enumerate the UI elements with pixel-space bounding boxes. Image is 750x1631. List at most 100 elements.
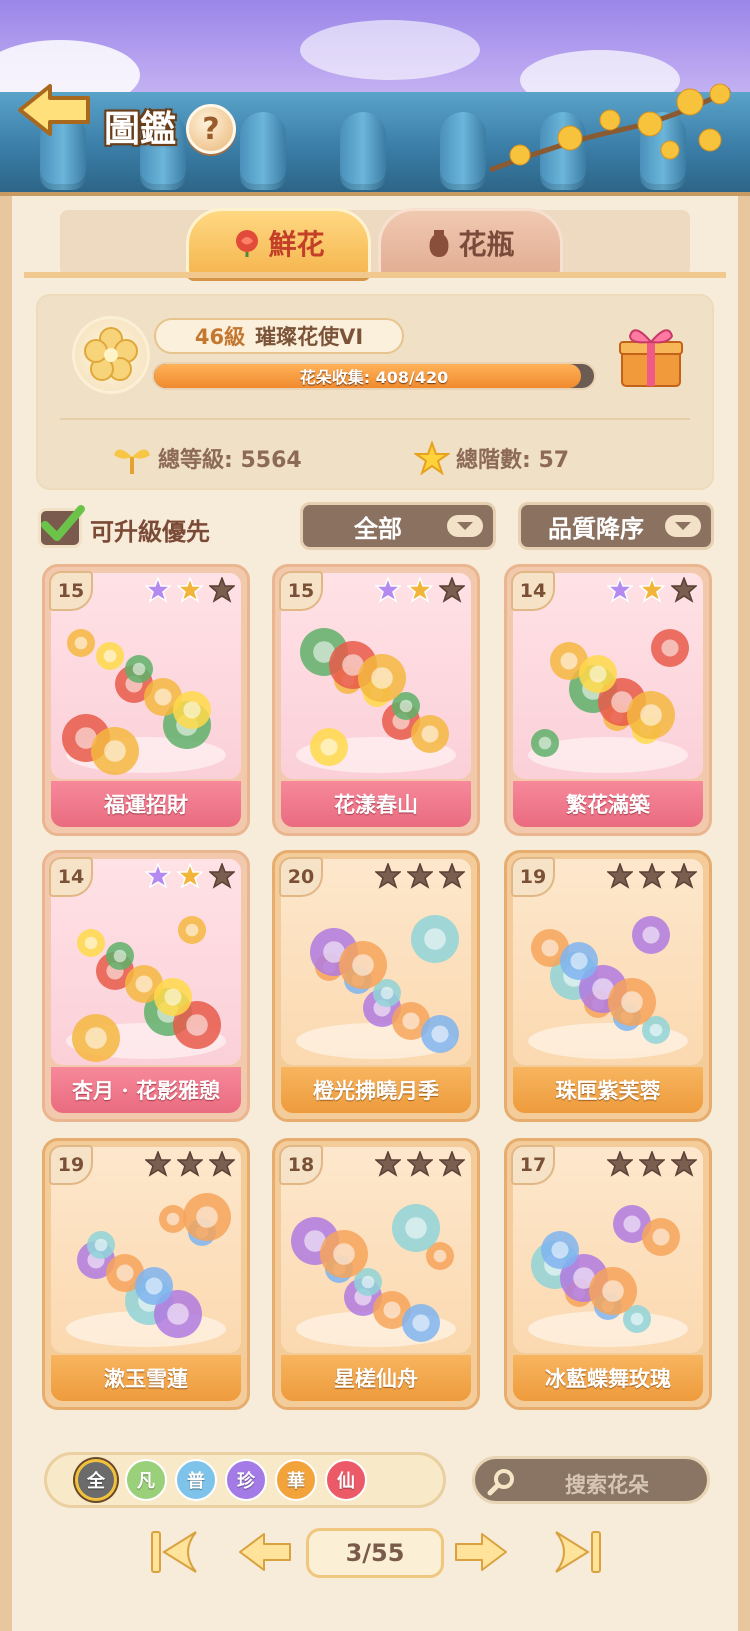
flower-card[interactable]: 15 花漾春山: [272, 564, 480, 836]
star-icon: [639, 1151, 665, 1177]
star-icon: [177, 1151, 203, 1177]
card-name: 珠匣紫芙蓉: [513, 1067, 703, 1113]
search-placeholder: 搜索花朵: [565, 1473, 649, 1497]
rarity-filter-button[interactable]: 華: [275, 1459, 317, 1501]
upgradable-first-label: 可升級優先: [90, 518, 210, 546]
sort-dropdown-value: 品質降序: [548, 514, 644, 543]
sprout-icon: [114, 449, 150, 474]
star-icon: [607, 577, 633, 603]
star-icon: [414, 441, 450, 475]
rose-icon: [236, 230, 259, 257]
star-icon: [177, 577, 203, 603]
tab-vases-label: 花瓶: [458, 228, 515, 261]
card-stars: [145, 1151, 235, 1177]
star-icon: [145, 577, 171, 603]
tab-vases[interactable]: 花瓶: [378, 208, 563, 278]
flower-card[interactable]: 20 橙光拂曉月季: [272, 850, 480, 1122]
flower-card[interactable]: 14 杏月 · 花影雅憩: [42, 850, 250, 1122]
rarity-filter-button[interactable]: 仙: [325, 1459, 367, 1501]
checkmark-icon: [41, 505, 85, 541]
flower-card[interactable]: 15 福運招財: [42, 564, 250, 836]
flower-emblem-icon: [72, 316, 150, 394]
star-icon: [607, 863, 633, 889]
total-level-text: 總等級: 5564: [158, 448, 302, 473]
upgradable-first-checkbox[interactable]: [38, 505, 85, 548]
search-field[interactable]: 搜索花朵: [472, 1456, 710, 1504]
star-icon: [671, 863, 697, 889]
category-dropdown-value: 全部: [354, 514, 402, 543]
card-name: 橙光拂曉月季: [281, 1067, 471, 1113]
star-icon: [145, 863, 171, 889]
card-name: 花漾春山: [281, 781, 471, 827]
card-stars: [375, 1151, 465, 1177]
star-icon: [671, 1151, 697, 1177]
star-icon: [209, 1151, 235, 1177]
total-level-stat: 總等級: 5564: [112, 438, 302, 478]
first-page-icon: [151, 1531, 197, 1573]
tab-underline: [24, 272, 726, 278]
star-icon: [375, 863, 401, 889]
last-page-icon: [555, 1531, 601, 1573]
flower-card[interactable]: 19 漱玉雪蓮: [42, 1138, 250, 1410]
rarity-filter-button[interactable]: 珍: [225, 1459, 267, 1501]
total-tier-text: 總階數: 57: [456, 448, 570, 473]
star-icon: [375, 1151, 401, 1177]
star-icon: [671, 577, 697, 603]
collection-progress-text: 花朵收集: 408/420: [299, 368, 449, 387]
star-icon: [209, 577, 235, 603]
card-name: 福運招財: [51, 781, 241, 827]
star-icon: [375, 577, 401, 603]
card-name: 繁花滿築: [513, 781, 703, 827]
card-name: 漱玉雪蓮: [51, 1355, 241, 1401]
rarity-filter-button[interactable]: 凡: [125, 1459, 167, 1501]
card-name: 星槎仙舟: [281, 1355, 471, 1401]
first-page-button[interactable]: [146, 1528, 204, 1576]
flower-card[interactable]: 18 星槎仙舟: [272, 1138, 480, 1410]
search-icon: [487, 1469, 514, 1496]
star-icon: [439, 863, 465, 889]
card-stars: [375, 577, 465, 603]
star-icon: [439, 1151, 465, 1177]
sort-dropdown[interactable]: 品質降序: [518, 502, 714, 550]
flower-card[interactable]: 17 冰藍蝶舞玫瑰: [504, 1138, 712, 1410]
level-badge: 46級 璀璨花使VI: [154, 318, 404, 354]
category-dropdown[interactable]: 全部: [300, 502, 496, 550]
next-page-button[interactable]: [452, 1528, 510, 1576]
star-icon: [639, 577, 665, 603]
chevron-down-icon: [447, 515, 483, 537]
star-icon: [407, 1151, 433, 1177]
vase-icon: [429, 230, 449, 257]
collection-progress-bar: 花朵收集: 408/420: [152, 362, 596, 390]
tab-flowers[interactable]: 鮮花: [186, 208, 371, 278]
star-icon: [639, 863, 665, 889]
star-icon: [209, 863, 235, 889]
help-button[interactable]: ?: [186, 104, 236, 154]
last-page-button[interactable]: [548, 1528, 606, 1576]
rarity-filter-button[interactable]: 全: [75, 1459, 117, 1501]
flower-card[interactable]: 19 珠匣紫芙蓉: [504, 850, 712, 1122]
player-level: 46級: [194, 325, 246, 349]
card-name: 杏月 · 花影雅憩: [51, 1067, 241, 1113]
star-icon: [407, 577, 433, 603]
total-tier-stat: 總階數: 57: [414, 438, 569, 478]
chevron-down-icon: [665, 515, 701, 537]
card-stars: [607, 577, 697, 603]
back-arrow-icon: [18, 84, 90, 136]
rank-title: 璀璨花使VI: [255, 325, 364, 349]
rarity-filter-button[interactable]: 普: [175, 1459, 217, 1501]
flower-card[interactable]: 14 繁花滿築: [504, 564, 712, 836]
star-icon: [177, 863, 203, 889]
previous-page-icon: [239, 1533, 291, 1571]
star-icon: [145, 1151, 171, 1177]
rarity-filter-bar: 全凡普珍華仙: [44, 1452, 446, 1508]
previous-page-button[interactable]: [236, 1528, 294, 1576]
back-button[interactable]: [14, 74, 94, 146]
next-page-icon: [455, 1533, 507, 1571]
star-icon: [439, 577, 465, 603]
page-indicator: 3/55: [306, 1528, 444, 1578]
gift-box-button[interactable]: [616, 318, 686, 390]
card-stars: [145, 863, 235, 889]
star-icon: [607, 1151, 633, 1177]
tab-flowers-label: 鮮花: [268, 228, 325, 261]
panel-divider: [60, 418, 690, 420]
